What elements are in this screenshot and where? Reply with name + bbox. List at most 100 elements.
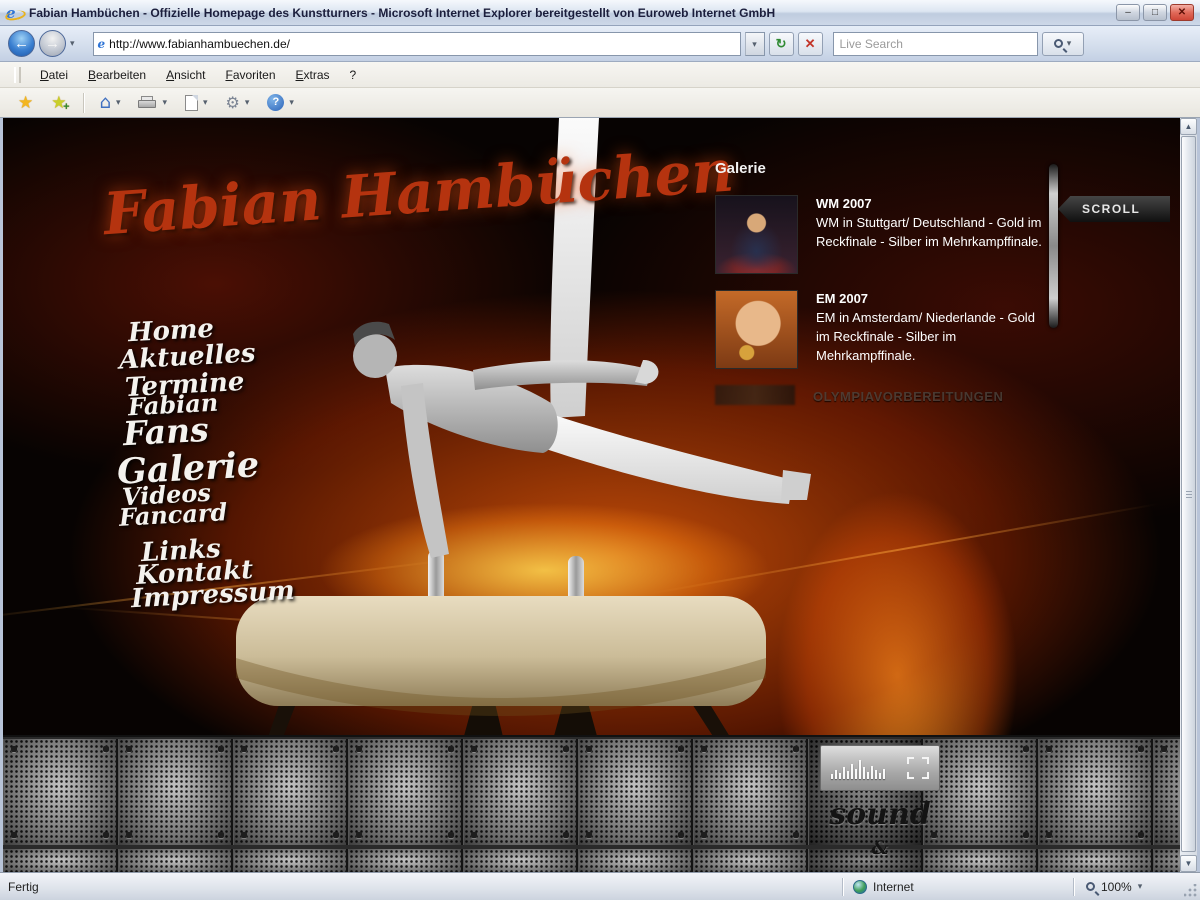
gallery-item-title: WM 2007 xyxy=(816,195,1051,214)
back-button[interactable]: ← xyxy=(8,30,35,57)
menu-favoriten[interactable]: Favoriten xyxy=(216,65,284,85)
zone-label: Internet xyxy=(873,880,914,894)
metal-plate xyxy=(118,849,233,872)
search-input[interactable] xyxy=(834,37,1037,51)
site-nav-fancard[interactable]: Fancard xyxy=(118,497,228,532)
menu-bearbeiten[interactable]: Bearbeiten xyxy=(79,65,155,85)
minimize-button[interactable]: – xyxy=(1116,4,1140,21)
wm2007-photo[interactable] xyxy=(715,195,798,274)
close-button[interactable]: ✕ xyxy=(1170,4,1194,21)
resize-grip[interactable] xyxy=(1184,884,1198,898)
metal-plate xyxy=(348,849,463,872)
page-dropdown-icon[interactable]: ▾ xyxy=(203,97,208,108)
gallery-item-text: EM in Amsterdam/ Niederlande - Gold im R… xyxy=(816,309,1051,366)
sound-label[interactable]: sound xyxy=(820,797,940,832)
gear-icon: ⚙ xyxy=(226,93,240,112)
scroll-up-icon[interactable]: ▲ xyxy=(1180,118,1197,135)
print-button[interactable]: ▾ xyxy=(130,96,175,110)
scrollbar-thumb[interactable] xyxy=(1181,136,1196,852)
page-icon xyxy=(185,95,198,111)
metal-plate xyxy=(1153,849,1180,872)
zoom-icon xyxy=(1086,882,1095,891)
help-button[interactable]: ? ▾ xyxy=(259,94,302,111)
metal-plate xyxy=(463,739,578,845)
search-button[interactable]: ▾ xyxy=(1042,32,1084,56)
refresh-button[interactable]: ↻ xyxy=(769,32,794,56)
metal-plate xyxy=(233,849,348,872)
search-dropdown-icon: ▾ xyxy=(1067,38,1072,49)
tools-button[interactable]: ⚙ ▾ xyxy=(218,93,258,112)
menu-extras[interactable]: Extras xyxy=(287,65,339,85)
internet-zone-icon xyxy=(853,880,867,894)
page-button[interactable]: ▾ xyxy=(177,95,216,111)
sound-amp-label: & xyxy=(820,837,940,859)
zoom-level: 100% xyxy=(1101,880,1132,894)
metal-plate xyxy=(118,739,233,845)
metal-plate xyxy=(1038,739,1153,845)
title-bar[interactable]: e Fabian Hambüchen - Offizielle Homepage… xyxy=(0,0,1200,26)
gallery-heading: Galerie xyxy=(715,160,1060,177)
ie-logo-icon: e xyxy=(6,4,24,22)
live-search-box[interactable] xyxy=(833,32,1038,56)
printer-icon xyxy=(138,96,156,110)
home-dropdown-icon[interactable]: ▾ xyxy=(116,97,121,108)
gallery-scrollbar[interactable] xyxy=(1049,164,1058,328)
home-icon: ⌂ xyxy=(100,92,111,113)
gallery-panel: Galerie WM 2007 WM in Stuttgart/ Deutsch… xyxy=(715,160,1060,423)
equalizer-icon xyxy=(831,757,885,779)
security-zone[interactable]: Internet xyxy=(843,880,1073,894)
zoom-dropdown-icon[interactable]: ▾ xyxy=(1138,881,1143,892)
gallery-item-title: EM 2007 xyxy=(816,290,1051,309)
status-bar: Fertig Internet 100% ▾ xyxy=(0,872,1200,900)
gallery-item-em2007[interactable]: EM 2007 EM in Amsterdam/ Niederlande - G… xyxy=(715,290,1060,369)
gallery-item-wm2007[interactable]: WM 2007 WM in Stuttgart/ Deutschland - G… xyxy=(715,195,1060,274)
home-button[interactable]: ⌂ ▾ xyxy=(92,92,129,113)
scroll-label[interactable]: SCROLL xyxy=(1058,196,1170,222)
gallery-item-olympia[interactable]: OLYMPIAVORBEREITUNGEN xyxy=(715,385,1060,407)
search-icon xyxy=(1054,39,1063,48)
metal-plate xyxy=(3,849,118,872)
menu-datei[interactable]: Datei xyxy=(31,65,77,85)
menu-bar: Datei Bearbeiten Ansicht Favoriten Extra… xyxy=(0,62,1200,88)
metal-footer-band xyxy=(3,735,1180,872)
stop-button[interactable]: ✕ xyxy=(798,32,823,56)
menu-ansicht[interactable]: Ansicht xyxy=(157,65,214,85)
refresh-icon: ↻ xyxy=(776,36,787,51)
status-text: Fertig xyxy=(0,880,842,894)
metal-plate xyxy=(578,849,693,872)
history-dropdown-icon[interactable]: ▾ xyxy=(70,38,75,49)
metal-plate xyxy=(923,739,1038,845)
olympia-photo xyxy=(715,385,795,405)
tools-dropdown-icon[interactable]: ▾ xyxy=(245,97,250,108)
url-input[interactable] xyxy=(109,37,739,51)
print-dropdown-icon[interactable]: ▾ xyxy=(162,97,167,108)
metal-plate xyxy=(693,739,808,845)
gallery-item-text: WM in Stuttgart/ Deutschland - Gold im R… xyxy=(816,214,1051,252)
page-content: Fabian Hambüchen Home Aktuelles Termine … xyxy=(3,118,1180,872)
address-bar[interactable]: e xyxy=(93,32,741,56)
forward-button[interactable]: → xyxy=(39,30,66,57)
address-toolbar: ← → ▾ e ▾ ↻ ✕ ▾ xyxy=(0,26,1200,62)
em2007-photo[interactable] xyxy=(715,290,798,369)
equalizer-panel[interactable] xyxy=(820,745,940,791)
metal-plate xyxy=(578,739,693,845)
address-dropdown-button[interactable]: ▾ xyxy=(745,32,765,56)
metal-plate xyxy=(1153,739,1180,845)
window-title: Fabian Hambüchen - Offizielle Homepage d… xyxy=(29,6,1116,20)
vertical-scrollbar[interactable]: ▲ ▼ xyxy=(1180,118,1197,872)
fullscreen-icon[interactable] xyxy=(907,757,929,779)
favorites-center-icon[interactable]: ★ xyxy=(18,93,33,113)
menu-hilfe[interactable]: ? xyxy=(341,65,366,85)
add-favorite-icon[interactable]: ★ xyxy=(51,93,66,113)
metal-plate xyxy=(463,849,578,872)
restore-button[interactable]: □ xyxy=(1143,4,1167,21)
metal-plate xyxy=(233,739,348,845)
metal-plate xyxy=(3,739,118,845)
zoom-control[interactable]: 100% ▾ xyxy=(1074,880,1184,894)
sound-module: sound & xyxy=(820,745,940,872)
scroll-down-icon[interactable]: ▼ xyxy=(1180,855,1197,872)
help-dropdown-icon[interactable]: ▾ xyxy=(289,97,294,108)
command-toolbar: ★ ★ ⌂ ▾ ▾ ▾ ⚙ ▾ ? ▾ xyxy=(0,88,1200,118)
metal-plate xyxy=(693,849,808,872)
browser-window: e Fabian Hambüchen - Offizielle Homepage… xyxy=(0,0,1200,900)
